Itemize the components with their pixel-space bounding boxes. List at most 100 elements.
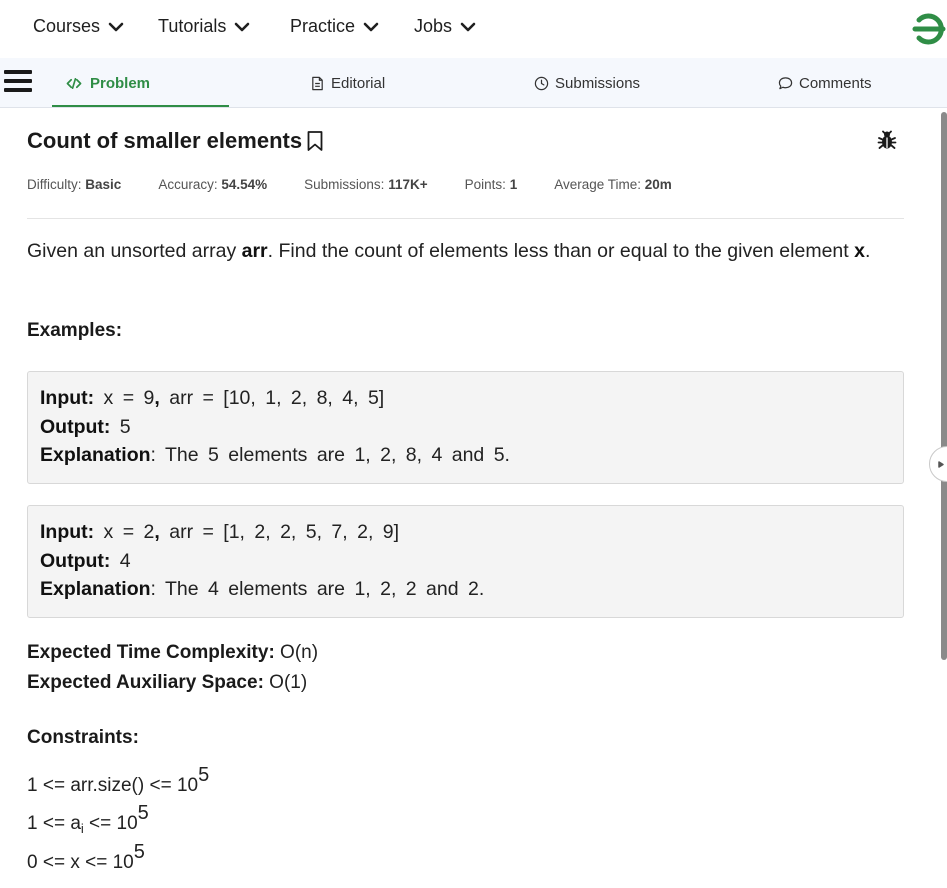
constraint-exponent: 5 (137, 802, 149, 824)
nav-courses[interactable]: Courses (33, 16, 124, 37)
input-label: Input: (40, 387, 95, 409)
code-icon (66, 77, 82, 89)
chevron-down-icon (235, 22, 250, 31)
avgtime-meta: Average Time: 20m (554, 177, 672, 192)
time-complexity-value: O(n) (274, 642, 319, 663)
tab-submissions[interactable]: Submissions (534, 58, 640, 108)
constraint-text: <= 10 (83, 813, 138, 834)
constraint-line: 1 <= ai <= 105 (27, 802, 149, 836)
active-tab-indicator (52, 105, 229, 107)
tab-comments[interactable]: Comments (778, 58, 872, 108)
submissions-meta: Submissions: 117K+ (304, 177, 427, 192)
content-scrollbar[interactable] (941, 112, 947, 660)
example-explanation-line: Explanation: The 4 elements are 1, 2, 2 … (40, 575, 891, 604)
comment-icon (778, 76, 793, 89)
time-complexity: Expected Time Complexity: O(n) (27, 638, 318, 668)
points-value: 1 (509, 177, 518, 192)
top-navbar: Courses Tutorials Practice Jobs (0, 0, 947, 58)
output-value: 5 (110, 415, 131, 438)
constraint-text: 1 <= arr.size() <= 10 (27, 775, 199, 796)
input-value: arr = [1, 2, 2, 5, 7, 2, 9] (159, 521, 400, 543)
examples-heading: Examples: (27, 320, 123, 341)
explanation-value: : The 5 elements are 1, 2, 8, 4 and 5. (150, 444, 510, 466)
accuracy-label: Accuracy: (158, 177, 218, 192)
difficulty-value: Basic (85, 177, 122, 192)
problem-description: Given an unsorted array arr. Find the co… (27, 236, 887, 267)
desc-text: . (864, 240, 871, 262)
output-value: 4 (110, 549, 131, 572)
input-label: Input: (40, 521, 95, 543)
space-complexity-value: O(1) (263, 672, 308, 693)
desc-bold-arr: arr (241, 240, 268, 262)
nav-jobs[interactable]: Jobs (414, 16, 476, 37)
explanation-value: : The 4 elements are 1, 2, 2 and 2. (150, 578, 485, 600)
example-input-line: Input: x = 9, arr = [10, 1, 2, 8, 4, 5] (40, 384, 891, 413)
tab-editorial[interactable]: Editorial (310, 58, 385, 108)
explanation-label: Explanation (40, 578, 151, 600)
constraint-line: 0 <= x <= 105 (27, 841, 145, 874)
time-complexity-label: Expected Time Complexity: (27, 642, 275, 663)
nav-practice[interactable]: Practice (290, 16, 379, 37)
hamburger-menu-icon[interactable] (4, 70, 32, 94)
points-meta: Points: 1 (465, 177, 518, 192)
points-label: Points: (464, 177, 506, 192)
explanation-label: Explanation (40, 444, 151, 466)
tab-editorial-label: Editorial (331, 74, 386, 92)
space-complexity-label: Expected Auxiliary Space: (27, 672, 264, 693)
desc-text: . Find the count of elements less than o… (267, 240, 855, 262)
example-output-line: Output: 4 (40, 547, 891, 576)
difficulty-meta: Difficulty: Basic (27, 177, 121, 192)
accuracy-value: 54.54% (221, 177, 268, 192)
output-label: Output: (40, 549, 111, 572)
desc-bold-x: x (854, 240, 865, 262)
nav-jobs-label: Jobs (414, 16, 453, 36)
submissions-label: Submissions: (304, 177, 385, 192)
chevron-left-icon (938, 461, 944, 468)
input-value: arr = [10, 1, 2, 8, 4, 5] (159, 387, 385, 409)
document-icon (312, 76, 323, 90)
avgtime-label: Average Time: (554, 177, 641, 192)
nav-tutorials-label: Tutorials (158, 16, 227, 36)
nav-tutorials[interactable]: Tutorials (158, 16, 250, 37)
desc-text: Given an unsorted array (27, 240, 242, 262)
constraint-text: 1 <= a (27, 813, 81, 834)
output-label: Output: (40, 415, 111, 438)
accuracy-meta: Accuracy: 54.54% (158, 177, 267, 192)
divider (27, 218, 904, 219)
chevron-down-icon (460, 22, 476, 31)
space-complexity: Expected Auxiliary Space: O(1) (27, 668, 318, 698)
constraint-exponent: 5 (198, 764, 210, 786)
difficulty-label: Difficulty: (27, 177, 82, 192)
report-bug-icon[interactable] (876, 129, 898, 151)
bookmark-icon[interactable] (306, 130, 324, 152)
tab-comments-label: Comments (799, 74, 872, 92)
tab-problem-label: Problem (90, 74, 151, 92)
tab-problem[interactable]: Problem (64, 58, 150, 108)
problem-tabbar: Problem Editorial Submissions Comments (0, 58, 947, 108)
problem-title: Count of smaller elements (27, 128, 303, 153)
chevron-down-icon (363, 22, 379, 31)
constraint-line: 1 <= arr.size() <= 105 (27, 764, 209, 797)
panel-toggle-button[interactable] (929, 446, 947, 482)
problem-meta: Difficulty: Basic Accuracy: 54.54% Submi… (27, 177, 709, 192)
nav-courses-label: Courses (33, 16, 101, 36)
input-value: x = 2 (94, 521, 155, 543)
constraints-heading: Constraints: (27, 727, 139, 748)
example-explanation-line: Explanation: The 5 elements are 1, 2, 8,… (40, 441, 891, 470)
example-box: Input: x = 2, arr = [1, 2, 2, 5, 7, 2, 9… (27, 505, 904, 618)
constraint-text: 0 <= x <= 10 (27, 852, 134, 873)
constraint-exponent: 5 (133, 841, 145, 863)
problem-title-row: Count of smaller elements (27, 128, 324, 154)
input-value: x = 9 (94, 387, 155, 409)
tab-submissions-label: Submissions (555, 74, 641, 92)
example-output-line: Output: 5 (40, 413, 891, 442)
avgtime-value: 20m (644, 177, 672, 192)
gfg-logo-icon[interactable] (907, 8, 947, 48)
example-box: Input: x = 9, arr = [10, 1, 2, 8, 4, 5] … (27, 371, 904, 484)
nav-practice-label: Practice (290, 16, 356, 36)
clock-icon (534, 76, 549, 90)
complexity-section: Expected Time Complexity: O(n) Expected … (27, 638, 318, 698)
example-input-line: Input: x = 2, arr = [1, 2, 2, 5, 7, 2, 9… (40, 518, 891, 547)
chevron-down-icon (108, 22, 124, 31)
submissions-value: 117K+ (388, 177, 428, 192)
